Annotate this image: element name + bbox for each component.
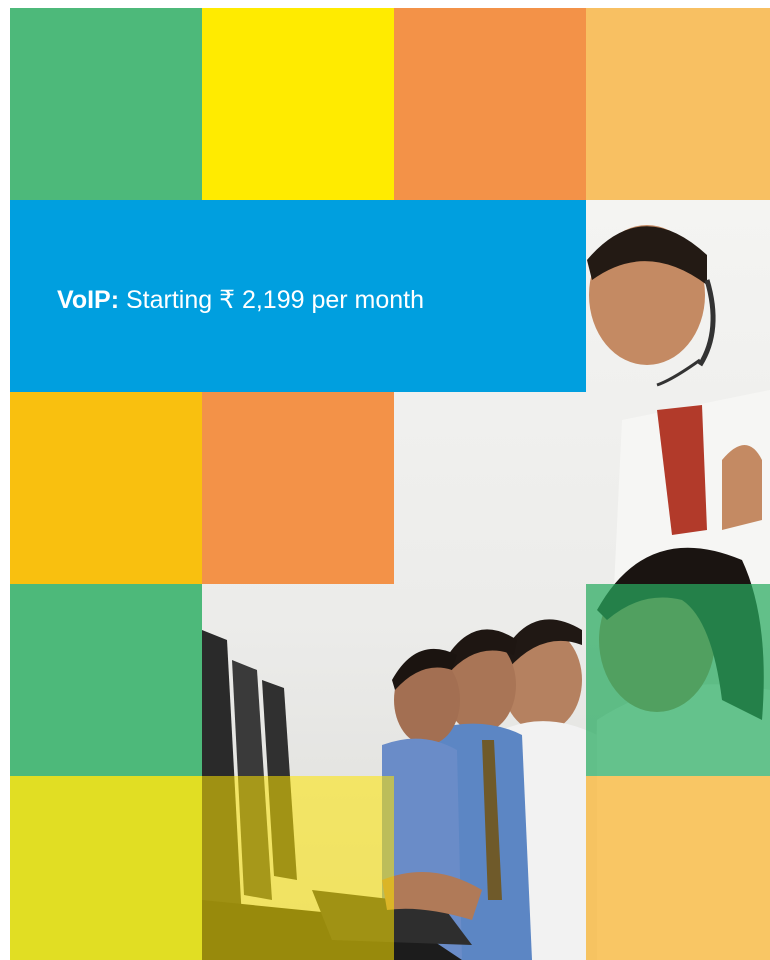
color-tile-orange-top [394,8,586,200]
color-tile-orange-row3 [202,392,394,584]
voip-price-banner: VoIP: Starting ₹ 2,199 per month [10,200,586,392]
color-tile-green-row4 [10,584,202,776]
color-tile-light-orange-top [586,8,770,200]
yellow-overlay-bottom [202,776,394,960]
color-tile-green-top [10,8,202,200]
banner-label: VoIP: [57,286,120,314]
green-overlay-right [586,584,770,776]
banner-price-text: Starting ₹ 2,199 per month [126,286,425,314]
color-tile-yellow-top [202,8,394,200]
banner-headline: VoIP: Starting ₹ 2,199 per month [57,286,424,314]
color-tile-amber-row3 [10,392,202,584]
color-tile-lime-bottom [10,776,202,960]
orange-overlay-bottom-right [586,776,770,960]
